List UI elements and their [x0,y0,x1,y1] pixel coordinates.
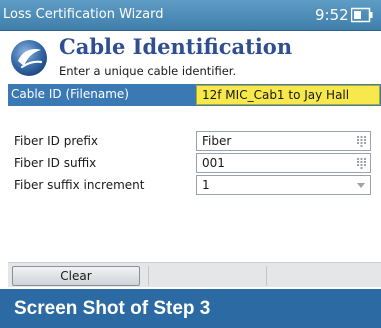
title-bar: Loss Certification Wizard 9:52 [0,0,381,31]
keypad-icon[interactable] [357,136,366,147]
fiber-id-prefix-field[interactable]: Fiber [196,131,371,151]
page-subtitle: Enter a unique cable identifier. [59,64,237,78]
exfo-logo-icon [11,40,47,76]
chevron-down-icon[interactable] [357,183,365,188]
fiber-id-suffix-field[interactable]: 001 [196,153,371,173]
fiber-id-prefix-label: Fiber ID prefix [14,134,99,148]
fiber-id-prefix-value: Fiber [202,134,232,148]
button-bar: Clear [8,262,381,287]
fiber-suffix-increment-value: 1 [202,178,210,192]
cable-id-label: Cable ID (Filename) [11,87,129,101]
clear-button[interactable]: Clear [12,266,140,286]
cable-id-input[interactable]: 12f MIC_Cab1 to Jay Hall [196,85,380,105]
clock: 9:52 [315,6,349,24]
fiber-suffix-increment-select[interactable]: 1 [196,175,371,195]
button-divider [148,266,149,286]
keypad-icon[interactable] [357,158,366,169]
button-divider [266,266,267,286]
wizard-header: Cable Identification Enter a unique cabl… [0,31,381,82]
app-title: Loss Certification Wizard [3,7,164,22]
fiber-id-suffix-label: Fiber ID suffix [14,156,97,170]
caption-text: Screen Shot of Step 3 [14,298,211,319]
battery-icon [351,7,373,23]
fiber-id-suffix-value: 001 [202,156,225,170]
caption-banner: Screen Shot of Step 3 [0,289,381,328]
page-title: Cable Identification [59,34,293,59]
fiber-suffix-increment-label: Fiber suffix increment [14,178,145,192]
cable-id-row[interactable]: Cable ID (Filename) 12f MIC_Cab1 to Jay … [8,84,381,106]
